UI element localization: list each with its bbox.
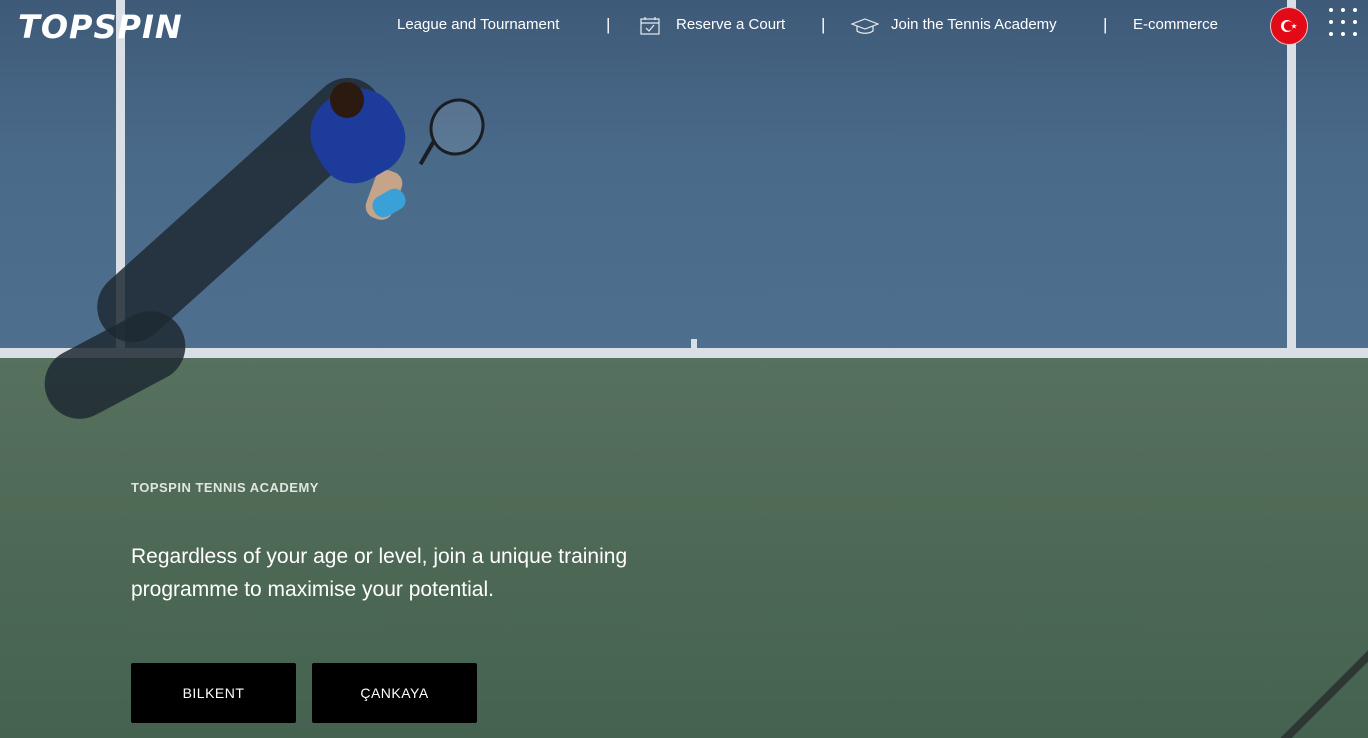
topspin-logo[interactable]: TOPSPIN	[18, 8, 183, 46]
nav-separator: |	[1103, 15, 1108, 34]
crescent-star-icon	[1281, 20, 1297, 32]
nav-reserve-a-court[interactable]: Reserve a Court	[676, 14, 785, 36]
court-sideline-right	[1287, 0, 1296, 352]
nav-separator: |	[606, 15, 611, 34]
calendar-check-icon	[640, 17, 660, 35]
graduation-cap-icon	[851, 18, 879, 34]
court-baseline	[0, 348, 1368, 358]
site-header: TOPSPIN League and Tournament | Reserve …	[0, 0, 1368, 52]
nav-join-tennis-academy[interactable]: Join the Tennis Academy	[891, 14, 1057, 36]
cankaya-button[interactable]: ÇANKAYA	[312, 663, 477, 723]
nav-league-and-tournament[interactable]: League and Tournament	[397, 14, 559, 36]
nav-e-commerce[interactable]: E-commerce	[1133, 14, 1218, 36]
hero-eyebrow: TOPSPIN TENNIS ACADEMY	[131, 480, 319, 495]
grid-menu-icon[interactable]	[1329, 8, 1359, 38]
hero-lead-text: Regardless of your age or level, join a …	[131, 545, 628, 601]
turkey-flag-icon[interactable]	[1270, 7, 1308, 45]
court-center-mark	[691, 339, 697, 351]
nav-separator: |	[821, 15, 826, 34]
court-blue-area	[0, 0, 1368, 356]
bilkent-button[interactable]: BILKENT	[131, 663, 296, 723]
player-head	[330, 82, 364, 118]
hero-background	[0, 0, 1368, 738]
